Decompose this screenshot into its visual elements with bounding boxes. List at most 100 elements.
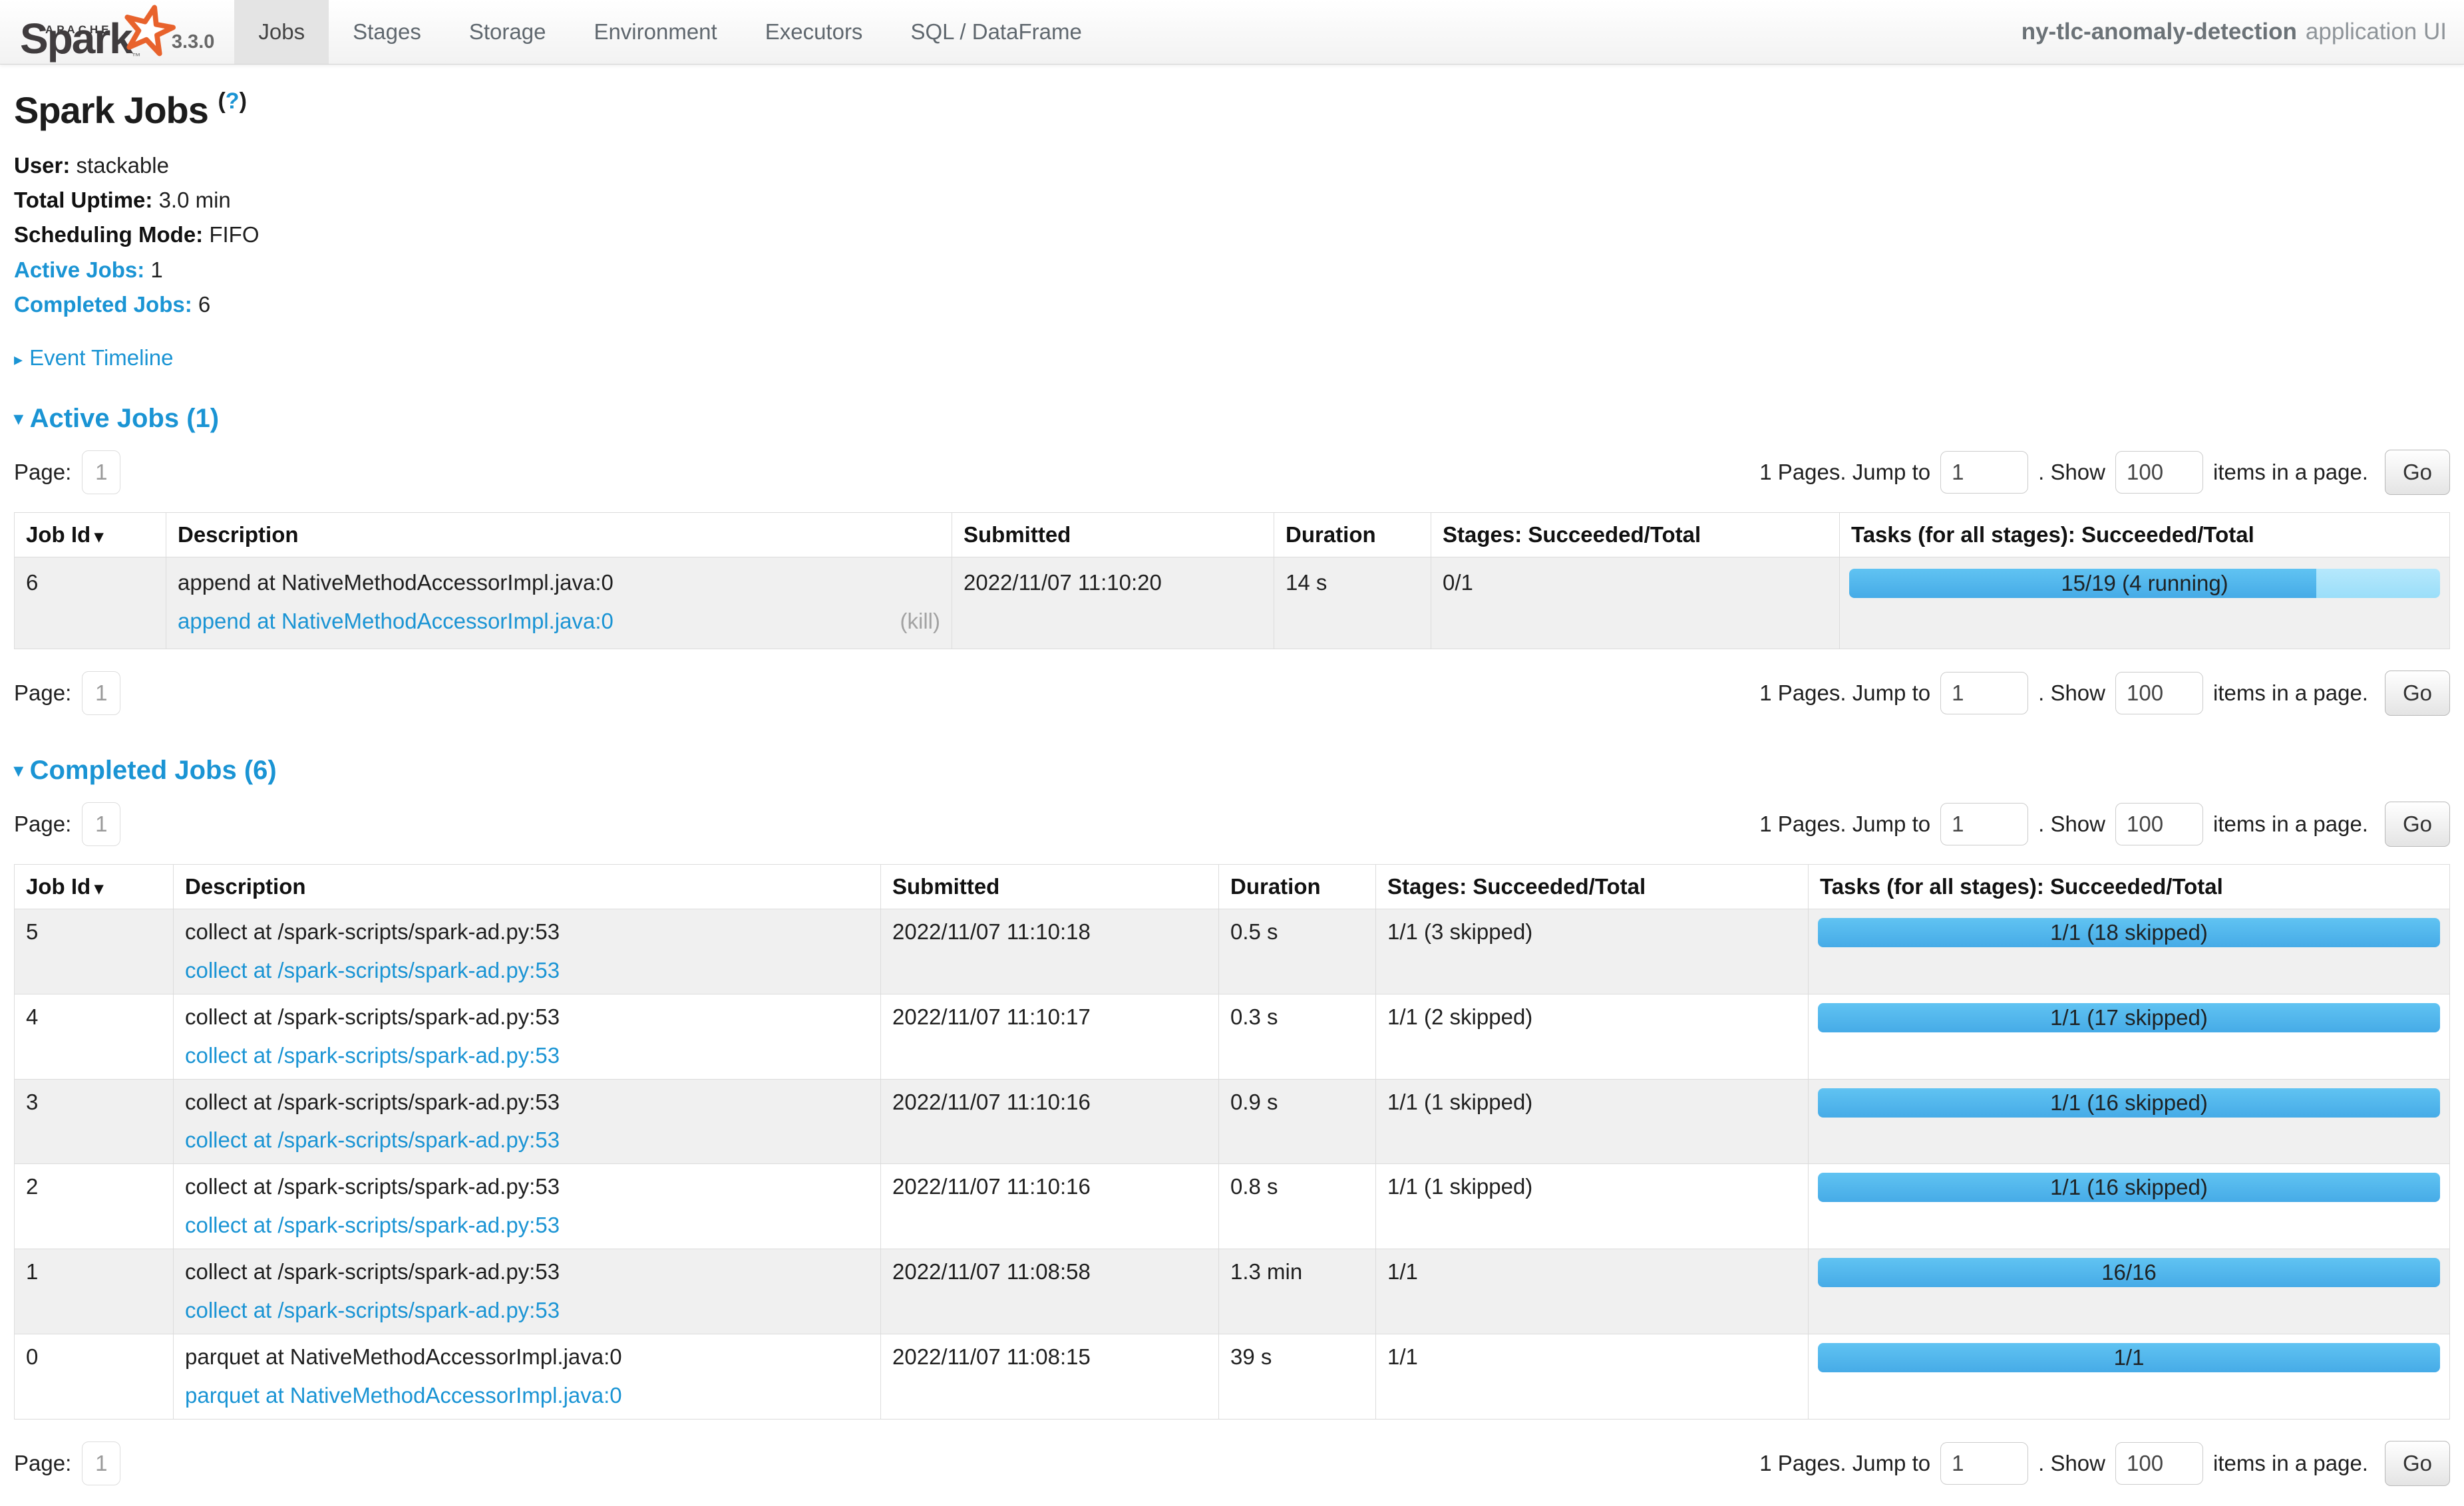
- job-id-cell: 4: [15, 994, 174, 1079]
- job-duration-cell: 0.3 s: [1219, 994, 1376, 1079]
- go-button[interactable]: Go: [2385, 450, 2450, 495]
- column-tasks[interactable]: Tasks (for all stages): Succeeded/Total: [1809, 864, 2450, 909]
- pages-jump-text: 1 Pages. Jump to: [1759, 460, 1930, 485]
- task-progress-label: 1/1 (16 skipped): [1818, 1173, 2440, 1202]
- go-button[interactable]: Go: [2385, 671, 2450, 716]
- task-progress-label: 1/1 (17 skipped): [1818, 1003, 2440, 1032]
- completed-jobs-section-header[interactable]: ▾Completed Jobs (6): [14, 756, 2450, 786]
- column-stages[interactable]: Stages: Succeeded/Total: [1431, 513, 1840, 557]
- column-submitted[interactable]: Submitted: [881, 864, 1219, 909]
- show-text: . Show: [2038, 460, 2105, 485]
- sort-desc-icon: ▾: [94, 526, 103, 546]
- pages-jump-text: 1 Pages. Jump to: [1759, 1451, 1930, 1476]
- job-submitted-cell: 2022/11/07 11:10:20: [952, 557, 1274, 649]
- items-per-page-input[interactable]: [2115, 672, 2203, 714]
- job-tasks-cell: 1/1: [1809, 1334, 2450, 1419]
- task-progress-bar: 1/1 (18 skipped): [1818, 918, 2440, 947]
- column-stages[interactable]: Stages: Succeeded/Total: [1376, 864, 1809, 909]
- job-duration-cell: 39 s: [1219, 1334, 1376, 1419]
- tab-executors[interactable]: Executors: [741, 0, 887, 64]
- job-tasks-cell: 1/1 (16 skipped): [1809, 1164, 2450, 1249]
- completed-jobs-link[interactable]: Completed Jobs:: [14, 292, 192, 317]
- completed-job-row: 5 collect at /spark-scripts/spark-ad.py:…: [15, 909, 2450, 994]
- tab-jobs[interactable]: Jobs: [234, 0, 329, 64]
- tab-storage[interactable]: Storage: [445, 0, 570, 64]
- column-job-id[interactable]: Job Id▾: [15, 513, 166, 557]
- job-id-cell: 0: [15, 1334, 174, 1419]
- items-text: items in a page.: [2213, 680, 2368, 706]
- job-tasks-cell: 15/19 (4 running): [1840, 557, 2450, 649]
- job-description-link[interactable]: parquet at NativeMethodAccessorImpl.java…: [185, 1382, 622, 1410]
- spark-star-icon: [120, 3, 177, 66]
- event-timeline-toggle[interactable]: ▸Event Timeline: [14, 345, 2450, 371]
- spark-brand: APACHE Spark™ 3.3.0: [0, 0, 234, 64]
- job-description-link[interactable]: collect at /spark-scripts/spark-ad.py:53: [185, 1211, 560, 1240]
- show-text: . Show: [2038, 812, 2105, 837]
- help-link[interactable]: ?: [226, 88, 240, 114]
- column-description[interactable]: Description: [174, 864, 881, 909]
- job-duration-cell: 14 s: [1274, 557, 1431, 649]
- active-jobs-section-header[interactable]: ▾Active Jobs (1): [14, 404, 2450, 434]
- jump-to-page-input[interactable]: [1940, 672, 2028, 714]
- job-description-text: append at NativeMethodAccessorImpl.java:…: [178, 569, 940, 597]
- job-description-cell: collect at /spark-scripts/spark-ad.py:53…: [174, 909, 881, 994]
- kill-job-link[interactable]: (kill): [900, 607, 940, 636]
- items-per-page-input[interactable]: [2115, 803, 2203, 845]
- job-description-cell: collect at /spark-scripts/spark-ad.py:53…: [174, 1249, 881, 1334]
- column-description[interactable]: Description: [166, 513, 952, 557]
- task-progress-label: 1/1: [1818, 1343, 2440, 1372]
- summary-user: User: stackable: [14, 152, 2450, 180]
- page-label: Page:: [14, 680, 71, 706]
- job-tasks-cell: 16/16: [1809, 1249, 2450, 1334]
- job-description-text: collect at /spark-scripts/spark-ad.py:53: [185, 1003, 869, 1032]
- job-description-link[interactable]: collect at /spark-scripts/spark-ad.py:53: [185, 1126, 560, 1155]
- job-description-link[interactable]: collect at /spark-scripts/spark-ad.py:53: [185, 1042, 560, 1070]
- items-text: items in a page.: [2213, 812, 2368, 837]
- job-summary: User: stackable Total Uptime: 3.0 min Sc…: [14, 152, 2450, 319]
- column-submitted[interactable]: Submitted: [952, 513, 1274, 557]
- job-description-text: collect at /spark-scripts/spark-ad.py:53: [185, 918, 869, 947]
- job-description-link[interactable]: append at NativeMethodAccessorImpl.java:…: [178, 607, 614, 636]
- items-per-page-input[interactable]: [2115, 1442, 2203, 1485]
- job-duration-cell: 0.5 s: [1219, 909, 1376, 994]
- page-number-button[interactable]: 1: [82, 450, 120, 494]
- tab-environment[interactable]: Environment: [570, 0, 741, 64]
- jump-to-page-input[interactable]: [1940, 803, 2028, 845]
- tab-stages[interactable]: Stages: [329, 0, 445, 64]
- column-duration[interactable]: Duration: [1274, 513, 1431, 557]
- page-controls: 1 Pages. Jump to . Show items in a page.…: [1759, 802, 2450, 847]
- jump-to-page-input[interactable]: [1940, 1442, 2028, 1485]
- go-button[interactable]: Go: [2385, 1441, 2450, 1486]
- job-stages-cell: 1/1: [1376, 1334, 1809, 1419]
- task-progress-label: 1/1 (16 skipped): [1818, 1088, 2440, 1118]
- application-suffix: application UI: [2306, 19, 2447, 45]
- job-id-cell: 1: [15, 1249, 174, 1334]
- jump-to-page-input[interactable]: [1940, 451, 2028, 494]
- job-description-link[interactable]: collect at /spark-scripts/spark-ad.py:53: [185, 1296, 560, 1325]
- job-description-cell: collect at /spark-scripts/spark-ad.py:53…: [174, 994, 881, 1079]
- job-tasks-cell: 1/1 (16 skipped): [1809, 1079, 2450, 1164]
- show-text: . Show: [2038, 680, 2105, 706]
- items-per-page-input[interactable]: [2115, 451, 2203, 494]
- page-number-button[interactable]: 1: [82, 802, 120, 846]
- job-description-text: collect at /spark-scripts/spark-ad.py:53: [185, 1173, 869, 1201]
- page-label: Page:: [14, 1451, 71, 1476]
- job-tasks-cell: 1/1 (17 skipped): [1809, 994, 2450, 1079]
- completed-jobs-table: Job Id▾ Description Submitted Duration S…: [14, 864, 2450, 1420]
- page-title: Spark Jobs (?): [14, 88, 2450, 132]
- page-controls: 1 Pages. Jump to . Show items in a page.…: [1759, 1441, 2450, 1486]
- go-button[interactable]: Go: [2385, 802, 2450, 847]
- main-content: Spark Jobs (?) User: stackable Total Upt…: [0, 88, 2464, 1486]
- tab-sql-dataframe[interactable]: SQL / DataFrame: [886, 0, 1105, 64]
- active-jobs-link[interactable]: Active Jobs:: [14, 257, 144, 282]
- page-number-button[interactable]: 1: [82, 671, 120, 715]
- page-label: Page:: [14, 460, 71, 485]
- job-description-link[interactable]: collect at /spark-scripts/spark-ad.py:53: [185, 957, 560, 985]
- column-duration[interactable]: Duration: [1219, 864, 1376, 909]
- column-job-id[interactable]: Job Id▾: [15, 864, 174, 909]
- task-progress-bar: 16/16: [1818, 1258, 2440, 1287]
- column-tasks[interactable]: Tasks (for all stages): Succeeded/Total: [1840, 513, 2450, 557]
- page-number-button[interactable]: 1: [82, 1441, 120, 1485]
- job-stages-cell: 1/1: [1376, 1249, 1809, 1334]
- completed-job-row: 4 collect at /spark-scripts/spark-ad.py:…: [15, 994, 2450, 1079]
